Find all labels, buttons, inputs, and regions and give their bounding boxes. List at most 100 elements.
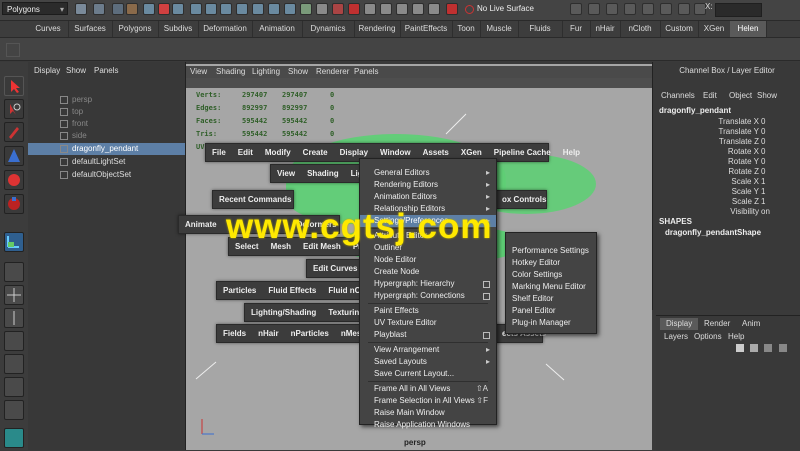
status-tool-icon[interactable] [268,3,280,15]
x-coordinate-field[interactable]: X: [705,2,765,17]
shelf-tab-fluids[interactable]: Fluids [518,21,563,37]
viewport-menu-renderer[interactable]: Renderer [316,67,349,76]
window-menu-item-uv-texture-editor[interactable]: UV Texture Editor [360,317,496,329]
channel-box-menu-show[interactable]: Show [757,91,777,100]
shelf-tab-surfaces[interactable]: Surfaces [68,21,113,37]
outliner-menu-display[interactable]: Display [34,66,60,75]
window-menu-item-general-editors[interactable]: General Editors ▸ [360,167,496,179]
shape-node[interactable]: dragonfly_pendantShape [665,228,761,237]
hotbox-item-fluid-effects[interactable]: Fluid Effects [262,282,322,299]
channel-attr-value[interactable]: 1 [761,187,765,197]
render-tool-icon[interactable] [606,3,618,15]
status-tool-icon[interactable] [364,3,376,15]
status-tool-icon[interactable] [284,3,296,15]
layer-tab-anim[interactable]: Anim [736,318,766,330]
layout-custom-icon[interactable] [4,400,24,420]
hotbox-item-file[interactable]: File [206,144,232,161]
shelf-tab-xgen[interactable]: XGen [698,21,731,37]
status-tool-icon[interactable] [112,3,124,15]
status-tool-icon[interactable] [380,3,392,15]
status-tool-icon[interactable] [220,3,232,15]
hotbox-item-nhair[interactable]: nHair [252,325,284,342]
move-up-icon[interactable] [764,344,773,352]
hotbox-item-lighting-shading[interactable]: Lighting/Shading [245,304,322,321]
channel-box-menu-object[interactable]: Object [729,91,752,100]
channel-attr[interactable]: Translate Y0 [653,127,799,137]
hotbox-item-edit[interactable]: Edit [232,144,259,161]
shelf-tab-curves[interactable]: Curves [28,21,69,37]
window-menu-item-raise-main-window[interactable]: Raise Main Window [360,407,496,419]
status-tool-icon[interactable] [143,3,155,15]
status-tool-icon[interactable] [205,3,217,15]
window-menu-item-view-arrangement[interactable]: View Arrangement ▸ [360,344,496,356]
channel-attr[interactable]: Rotate Z0 [653,167,799,177]
shelf-tab-toon[interactable]: Toon [452,21,481,37]
shelf-tab-painteffects[interactable]: PaintEffects [400,21,453,37]
render-tool-icon[interactable] [642,3,654,15]
hotbox-item-view[interactable]: View [271,165,301,182]
render-tool-icon[interactable] [588,3,600,15]
scale-tool-icon[interactable] [4,194,24,214]
shelf-tab-helen[interactable]: Helen [730,21,767,37]
window-menu-item-frame-all-in-all-views[interactable]: Frame All in All Views ⇧A [360,383,496,395]
shelf-tab-nhair[interactable]: nHair [590,21,621,37]
layout-four-icon[interactable] [4,285,24,305]
outliner-item[interactable]: defaultObjectSet [28,169,185,181]
shelf-tab-dynamics[interactable]: Dynamics [302,21,355,37]
sphere-icon[interactable] [4,170,24,190]
outliner-item[interactable]: defaultLightSet [28,156,185,168]
render-tool-icon[interactable] [624,3,636,15]
move-down-icon[interactable] [778,344,787,352]
hotbox-item-fields[interactable]: Fields [217,325,252,342]
shelf-tab-polygons[interactable]: Polygons [112,21,159,37]
status-tool-icon[interactable] [332,3,344,15]
window-menu-item-create-node[interactable]: Create Node [360,266,496,278]
window-menu-item-animation-editors[interactable]: Animation Editors ▸ [360,191,496,203]
channel-attr[interactable]: Scale X1 [653,177,799,187]
select-tool-icon[interactable] [4,76,24,96]
live-surface-field[interactable]: No Live Surface [463,2,555,16]
window-menu-item-paint-effects[interactable]: Paint Effects [360,305,496,317]
move-tool-icon[interactable] [4,232,24,252]
viewport-menu-lighting[interactable]: Lighting [252,67,280,76]
status-tool-icon[interactable] [172,3,184,15]
outliner-item[interactable]: dragonfly_pendant [28,143,185,155]
submenu-item-panel-editor[interactable]: Panel Editor [512,305,556,317]
option-box-icon[interactable] [483,332,490,339]
window-menu-item-node-editor[interactable]: Node Editor [360,254,496,266]
new-layer-selected-icon[interactable] [750,344,759,352]
layout-two-icon[interactable] [4,308,24,328]
status-tool-icon[interactable] [236,3,248,15]
status-tool-icon[interactable] [126,3,138,15]
submenu-item-hotkey-editor[interactable]: Hotkey Editor [512,257,560,269]
app-logo-icon[interactable] [4,428,24,448]
channel-attr-value[interactable]: 0 [761,117,765,127]
channel-attr[interactable]: Rotate X0 [653,147,799,157]
submenu-item-color-settings[interactable]: Color Settings [512,269,562,281]
window-menu-item-playblast[interactable]: Playblast [360,329,496,341]
hotbox-item-pipeline-cache[interactable]: Pipeline Cache [488,144,557,161]
status-tool-icon[interactable] [428,3,440,15]
viewport-menu-show[interactable]: Show [288,67,308,76]
outliner-menu-show[interactable]: Show [66,66,86,75]
status-tool-icon[interactable] [158,3,170,15]
paint-select-icon[interactable] [4,122,24,142]
shelf-tab-custom[interactable]: Custom [660,21,699,37]
channel-box-object[interactable]: dragonfly_pendant [659,106,731,115]
shelf-tab-deformation[interactable]: Deformation [198,21,253,37]
status-tool-icon[interactable] [396,3,408,15]
window-menu-item-raise-application-windows[interactable]: Raise Application Windows [360,419,496,431]
layer-tab-render[interactable]: Render [698,318,736,330]
channel-attr-value[interactable]: 0 [761,157,765,167]
new-layer-icon[interactable] [736,344,744,352]
shelf-tab-rendering[interactable]: Rendering [354,21,401,37]
layout-single-icon[interactable] [4,262,24,282]
render-tool-icon[interactable] [570,3,582,15]
outliner-item[interactable]: front [28,118,185,130]
shelf-tab-fur[interactable]: Fur [562,21,591,37]
viewport-menu-panels[interactable]: Panels [354,67,378,76]
channel-attr-value[interactable]: 0 [761,137,765,147]
x-input[interactable] [715,3,762,17]
hotbox-item-help[interactable]: Help [557,144,586,161]
shelf-menu-icon[interactable] [6,43,20,57]
